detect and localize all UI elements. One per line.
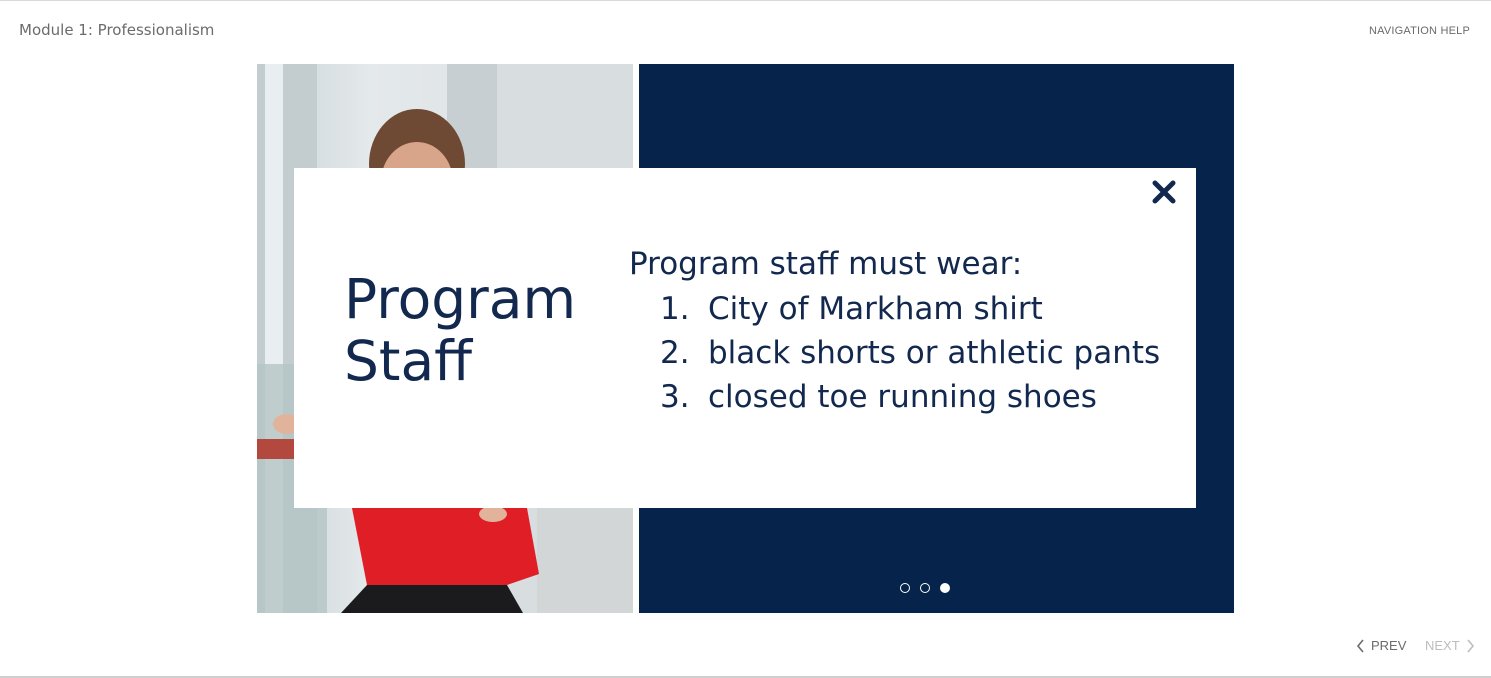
- top-divider: [0, 0, 1491, 1]
- list-item-text: closed toe running shoes: [708, 379, 1097, 415]
- requirements-list: 1. City of Markham shirt 2. black shorts o…: [660, 287, 1160, 419]
- list-item-number: 2.: [660, 335, 690, 371]
- popup-title-line-2: Staff: [344, 329, 473, 393]
- pagination-dot-3[interactable]: [940, 583, 950, 593]
- pagination-dots: [900, 583, 950, 593]
- popup-intro: Program staff must wear:: [629, 246, 1023, 282]
- next-button[interactable]: NEXT: [1425, 638, 1475, 653]
- prev-label: PREV: [1371, 638, 1407, 653]
- list-item-text: City of Markham shirt: [708, 291, 1043, 327]
- chevron-left-icon: [1356, 638, 1364, 653]
- pagination-dot-1[interactable]: [900, 583, 910, 593]
- navigation-help-link[interactable]: NAVIGATION HELP: [1369, 25, 1470, 37]
- list-item-text: black shorts or athletic pants: [708, 335, 1161, 371]
- list-item: 3. closed toe running shoes: [660, 375, 1160, 419]
- popup-title: Program Staff: [344, 268, 604, 392]
- module-title: Module 1: Professionalism: [19, 21, 215, 39]
- chevron-right-icon: [1467, 638, 1474, 653]
- info-popup: Program Staff Program staff must wear: 1…: [294, 168, 1196, 508]
- pagination-dot-2[interactable]: [920, 583, 930, 593]
- close-icon: [1152, 180, 1176, 204]
- list-item: 1. City of Markham shirt: [660, 287, 1160, 331]
- popup-title-line-1: Program: [344, 267, 577, 331]
- next-label: NEXT: [1425, 638, 1460, 653]
- close-button[interactable]: [1150, 178, 1178, 206]
- list-item: 2. black shorts or athletic pants: [660, 331, 1160, 375]
- list-item-number: 1.: [660, 291, 690, 327]
- list-item-number: 3.: [660, 379, 690, 415]
- slide: Program Staff Program staff must wear: 1…: [257, 64, 1234, 613]
- prev-button[interactable]: PREV: [1356, 638, 1406, 653]
